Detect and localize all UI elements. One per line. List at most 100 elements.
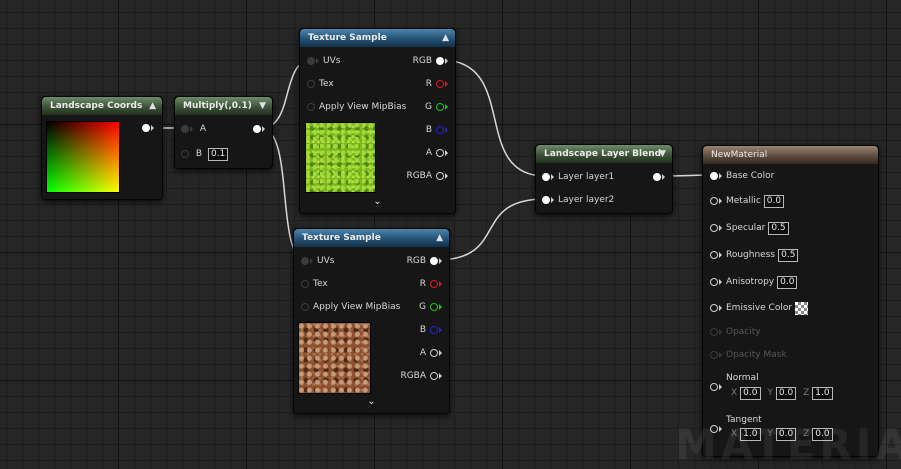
- input-b-row[interactable]: B 0.1: [181, 147, 229, 161]
- output-pin-row[interactable]: [142, 121, 154, 135]
- output-pin-icon[interactable]: [430, 280, 438, 288]
- pin-arrow-icon: [439, 281, 442, 287]
- input-a-row[interactable]: A: [181, 122, 206, 136]
- output-pin-icon[interactable]: [436, 172, 444, 180]
- pin-arrow-icon: [551, 174, 554, 180]
- input-pin-icon[interactable]: [307, 57, 315, 65]
- roughness-value-field[interactable]: 0.5: [778, 248, 799, 262]
- output-rgba-row[interactable]: RGBA: [396, 369, 442, 383]
- output-pin-icon[interactable]: [430, 303, 438, 311]
- input-pin-icon[interactable]: [307, 80, 315, 88]
- node-header[interactable]: Texture Sample ▲: [294, 229, 449, 247]
- input-normal-pin[interactable]: [710, 380, 722, 394]
- input-uvs-row[interactable]: UVs: [307, 54, 340, 68]
- input-pin-icon[interactable]: [542, 173, 550, 181]
- normal-x-field[interactable]: 0.0: [740, 386, 761, 400]
- output-b-row[interactable]: B: [416, 323, 442, 337]
- input-pin-icon[interactable]: [710, 172, 718, 180]
- output-pin-icon[interactable]: [430, 372, 438, 380]
- output-pin-icon[interactable]: [653, 172, 661, 181]
- input-pin-icon[interactable]: [181, 150, 189, 158]
- output-pin-icon[interactable]: [436, 80, 444, 88]
- input-metallic-row[interactable]: Metallic 0.0: [710, 194, 785, 208]
- collapse-up-icon[interactable]: ▲: [149, 97, 156, 115]
- node-header[interactable]: Multiply(,0.1) ▼: [175, 97, 272, 115]
- output-r-row[interactable]: R: [416, 277, 442, 291]
- output-pin-icon[interactable]: [430, 326, 438, 334]
- color-swatch-icon[interactable]: [795, 301, 809, 315]
- collapse-up-icon[interactable]: ▲: [436, 229, 443, 247]
- output-g-row[interactable]: G: [415, 300, 442, 314]
- pin-arrow-icon: [262, 125, 265, 132]
- input-layer1-row[interactable]: Layer layer1: [542, 170, 614, 184]
- b-value-field[interactable]: 0.1: [207, 147, 229, 161]
- node-material-result[interactable]: NewMaterial Base Color Metallic 0.0 Specu…: [702, 145, 879, 457]
- output-pin-icon[interactable]: [430, 349, 438, 357]
- node-header[interactable]: Landscape Coords ▲: [42, 97, 162, 115]
- expand-chevron-icon[interactable]: ⌄: [294, 396, 449, 407]
- pin-arrow-icon: [439, 304, 442, 310]
- input-pin-icon[interactable]: [301, 280, 309, 288]
- input-pin-icon[interactable]: [710, 251, 718, 259]
- output-pin-icon[interactable]: [436, 103, 444, 111]
- input-pin-icon[interactable]: [307, 103, 315, 111]
- pin-label: Specular: [726, 223, 766, 233]
- input-pin-icon[interactable]: [301, 303, 309, 311]
- node-texture-sample-2[interactable]: Texture Sample ▲ UVs Tex Apply View MipB…: [293, 228, 450, 414]
- input-uvs-row[interactable]: UVs: [301, 254, 334, 268]
- node-multiply[interactable]: Multiply(,0.1) ▼ A B 0.1: [174, 96, 273, 169]
- pin-arrow-icon: [719, 198, 722, 204]
- output-pin-icon[interactable]: [430, 257, 438, 265]
- input-mipbias-row[interactable]: Apply View MipBias: [301, 300, 400, 314]
- output-rgba-row[interactable]: RGBA: [402, 169, 448, 183]
- output-pin-row[interactable]: [253, 122, 265, 136]
- input-pin-icon[interactable]: [710, 304, 718, 312]
- output-b-row[interactable]: B: [422, 123, 448, 137]
- output-pin-icon[interactable]: [253, 124, 261, 133]
- collapse-down-icon[interactable]: ▼: [259, 97, 266, 115]
- output-rgb-row[interactable]: RGB: [409, 54, 448, 68]
- anisotropy-value-field[interactable]: 0.0: [777, 275, 798, 289]
- input-pin-icon[interactable]: [710, 278, 718, 286]
- input-mipbias-row[interactable]: Apply View MipBias: [307, 100, 406, 114]
- specular-value-field[interactable]: 0.5: [768, 221, 789, 235]
- input-tex-row[interactable]: Tex: [307, 77, 334, 91]
- collapse-down-icon[interactable]: ▼: [659, 145, 666, 163]
- input-emissive-row[interactable]: Emissive Color: [710, 301, 809, 315]
- collapse-up-icon[interactable]: ▲: [442, 29, 449, 47]
- output-g-row[interactable]: G: [421, 100, 448, 114]
- input-layer2-row[interactable]: Layer layer2: [542, 193, 614, 207]
- input-pin-icon[interactable]: [542, 196, 550, 204]
- normal-z-field[interactable]: 1.0: [812, 386, 833, 400]
- node-header[interactable]: Texture Sample ▲: [300, 29, 455, 47]
- output-pin-row[interactable]: [653, 170, 665, 184]
- normal-y-field[interactable]: 0.0: [775, 386, 797, 400]
- normal-vector-fields[interactable]: X 0.0 Y 0.0 Z 1.0: [731, 386, 833, 400]
- metallic-value-field[interactable]: 0.0: [763, 194, 785, 208]
- node-landscape-coords[interactable]: Landscape Coords ▲: [41, 96, 163, 200]
- output-pin-icon[interactable]: [436, 57, 444, 65]
- input-pin-icon[interactable]: [710, 197, 718, 205]
- output-a-row[interactable]: A: [416, 346, 442, 360]
- output-a-row[interactable]: A: [422, 146, 448, 160]
- input-tex-row[interactable]: Tex: [301, 277, 328, 291]
- input-pin-icon[interactable]: [710, 382, 718, 391]
- node-header[interactable]: NewMaterial: [703, 146, 878, 164]
- expand-chevron-icon[interactable]: ⌄: [300, 196, 455, 207]
- input-roughness-row[interactable]: Roughness 0.5: [710, 248, 799, 262]
- output-pin-icon[interactable]: [142, 123, 150, 132]
- input-pin-icon[interactable]: [181, 125, 189, 133]
- input-pin-icon[interactable]: [710, 224, 718, 232]
- node-landscape-layer-blend[interactable]: Landscape Layer Blend ▼ Layer layer1 Lay…: [535, 144, 673, 214]
- input-pin-icon[interactable]: [301, 257, 309, 265]
- node-header[interactable]: Landscape Layer Blend ▼: [536, 145, 672, 163]
- output-rgb-row[interactable]: RGB: [403, 254, 442, 268]
- input-specular-row[interactable]: Specular 0.5: [710, 221, 789, 235]
- output-r-row[interactable]: R: [422, 77, 448, 91]
- output-pin-icon[interactable]: [436, 126, 444, 134]
- output-pin-icon[interactable]: [436, 149, 444, 157]
- input-base-color-row[interactable]: Base Color: [710, 169, 774, 183]
- pin-arrow-icon: [151, 124, 154, 131]
- input-anisotropy-row[interactable]: Anisotropy 0.0: [710, 275, 798, 289]
- node-texture-sample-1[interactable]: Texture Sample ▲ UVs Tex Apply View MipB…: [299, 28, 456, 214]
